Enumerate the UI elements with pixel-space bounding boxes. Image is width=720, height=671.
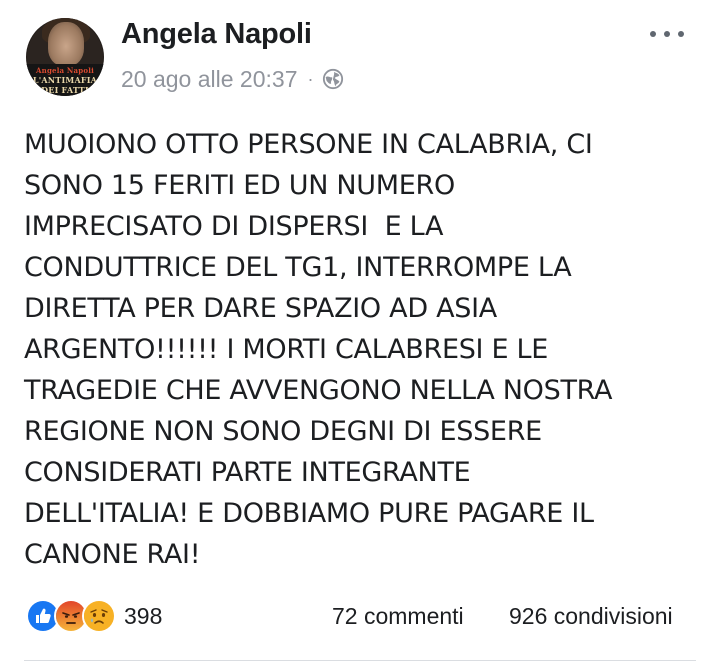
sad-icon: [82, 599, 116, 633]
more-dot: [678, 31, 684, 37]
post-text-line: MUOIONO OTTO PERSONE IN CALABRIA, CI: [24, 129, 593, 160]
comments-count-link[interactable]: 72 commenti: [332, 596, 464, 636]
post-text-line: IMPRECISATO DI DISPERSI E LA: [24, 211, 444, 242]
facebook-post: Angela Napoli L'ANTIMAFIA DEI FATTI Ange…: [0, 0, 720, 671]
avatar-caption-line-2: DEI FATTI: [41, 85, 89, 95]
author-avatar[interactable]: Angela Napoli L'ANTIMAFIA DEI FATTI: [26, 18, 104, 96]
avatar-caption-line-1: L'ANTIMAFIA: [32, 75, 98, 85]
footer-divider: [24, 660, 696, 661]
reaction-count: 398: [124, 602, 163, 629]
avatar-face: [48, 22, 84, 66]
post-text-line: CANONE RAI!: [24, 539, 201, 570]
post-meta: 20 ago alle 20:37 ·: [121, 64, 344, 94]
more-dot: [664, 31, 670, 37]
post-text-line: SONO 15 FERITI ED UN NUMERO: [24, 170, 455, 201]
post-text-line: DELL'ITALIA! E DOBBIAMO PURE PAGARE IL: [24, 498, 594, 529]
post-text-line: ARGENTO!!!!!! I MORTI CALABRESI E LE: [24, 334, 549, 365]
avatar-caption-name: Angela Napoli: [36, 66, 94, 75]
post-text-line: CONSIDERATI PARTE INTEGRANTE: [24, 457, 471, 488]
more-options-button[interactable]: [650, 24, 684, 44]
meta-separator: ·: [307, 68, 314, 89]
post-timestamp[interactable]: 20 ago alle 20:37: [121, 66, 298, 93]
post-footer: 398 72 commenti 926 condivisioni: [0, 596, 720, 636]
post-text: MUOIONO OTTO PERSONE IN CALABRIA, CI SON…: [24, 124, 704, 575]
post-text-line: DIRETTA PER DARE SPAZIO AD ASIA: [24, 293, 497, 324]
post-text-line: REGIONE NON SONO DEGNI DI ESSERE: [24, 416, 542, 447]
globe-icon[interactable]: [322, 68, 344, 90]
shares-count-link[interactable]: 926 condivisioni: [509, 596, 673, 636]
post-text-line: TRAGEDIE CHE AVVENGONO NELLA NOSTRA: [24, 375, 613, 406]
post-text-line: CONDUTTRICE DEL TG1, INTERROMPE LA: [24, 252, 572, 283]
more-horizontal-icon: [650, 31, 656, 37]
author-name[interactable]: Angela Napoli: [121, 18, 312, 51]
reactions-summary[interactable]: 398: [26, 596, 162, 636]
